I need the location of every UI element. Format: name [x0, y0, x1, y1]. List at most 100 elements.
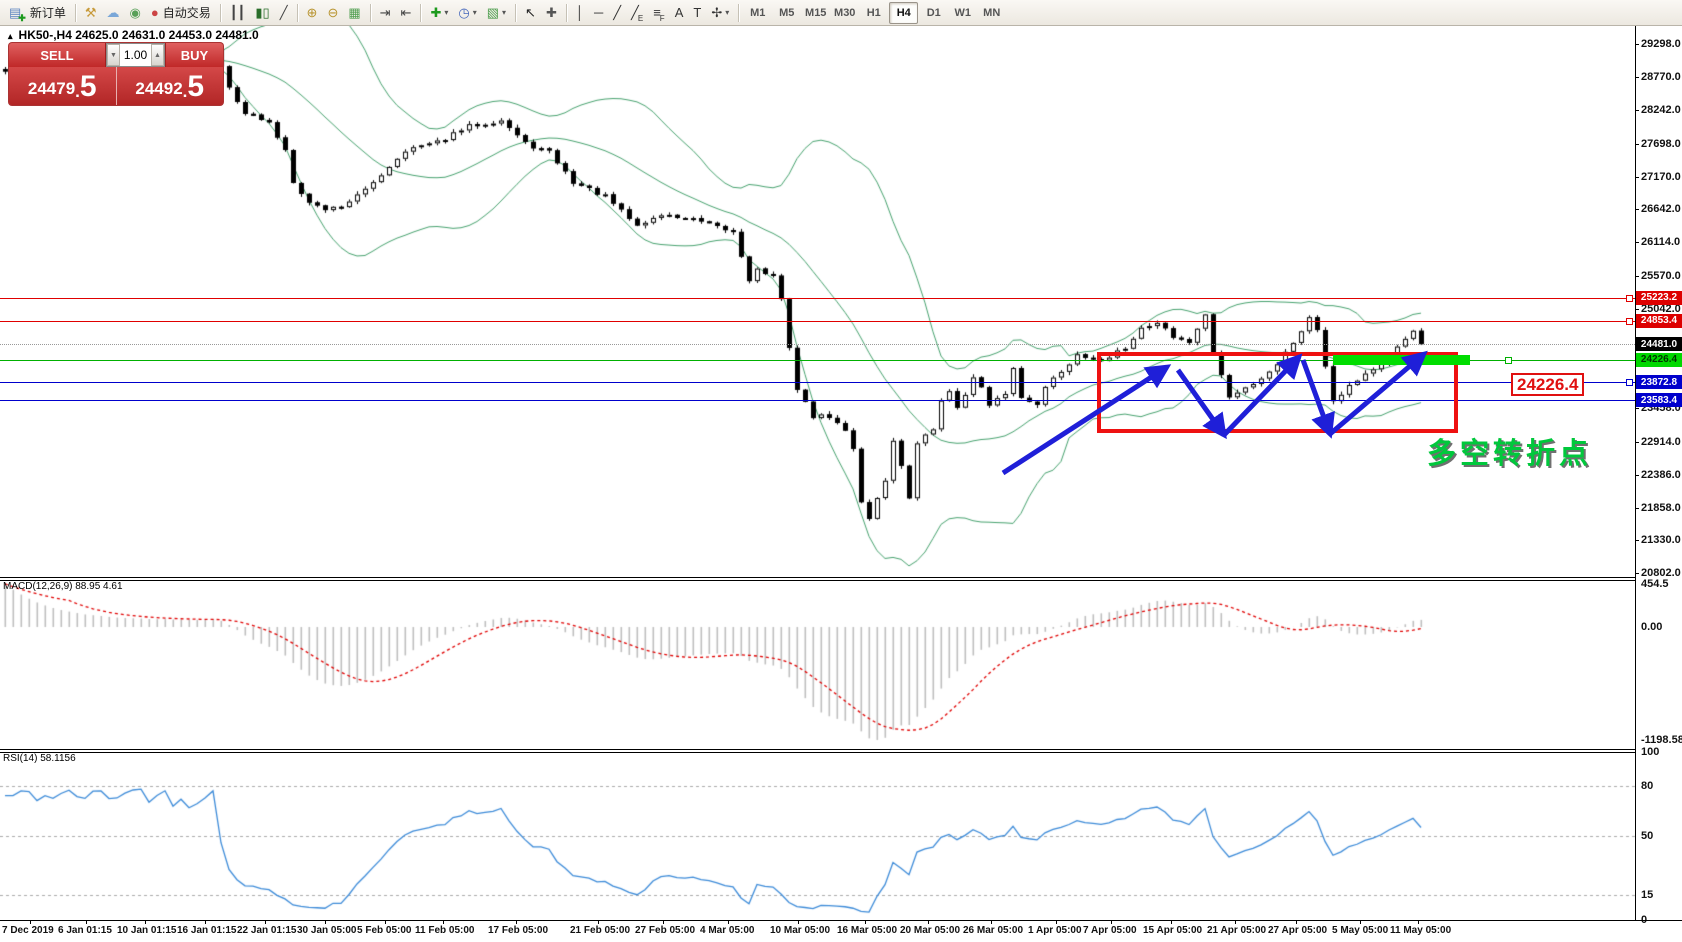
trend-arrow[interactable] [1003, 367, 1167, 473]
toolbar-separator [75, 4, 76, 22]
vline-icon: │ [576, 2, 584, 24]
cursor-button[interactable]: ↖ [521, 2, 540, 24]
autotrade-button[interactable]: ●自动交易 [147, 2, 215, 24]
volume-stepper: ▼ 1.00 ▲ [106, 43, 165, 67]
periods-button[interactable]: ◷▾ [454, 2, 480, 24]
cursor-icon: ↖ [525, 2, 536, 24]
chevron-down-icon: ▾ [444, 8, 448, 17]
trend-arrow[interactable] [1224, 357, 1299, 435]
trendline-button[interactable]: ╱ [609, 2, 625, 24]
templates-icon: ▧ [487, 2, 499, 24]
shapes-button[interactable]: ✢▾ [707, 2, 733, 24]
toolbar-separator [297, 4, 298, 22]
chart-line-icon: ╱ [280, 2, 288, 24]
annotation-text[interactable]: 多空转折点 [1427, 430, 1592, 472]
cloud-sync-button[interactable]: ☁ [103, 2, 124, 24]
signals-button[interactable]: ◉ [126, 2, 145, 24]
plus-accent-icon: ✚ [18, 12, 26, 24]
tile-windows-button[interactable]: ▦ [344, 2, 364, 24]
timeframe-w1[interactable]: W1 [949, 3, 976, 23]
toolbar: ▤✚新订单⚒☁◉●自动交易┃┃▮▯╱⊕⊖▦⇥⇤✚▾◷▾▧▾↖✚│─╱╱E≡FAT… [0, 0, 1682, 26]
toolbar-separator [420, 4, 421, 22]
timeframe-h4[interactable]: H4 [889, 2, 918, 24]
templates-button[interactable]: ▧▾ [483, 2, 510, 24]
hammer-icon-button[interactable]: ⚒ [81, 2, 101, 24]
hline-icon: ─ [594, 2, 603, 24]
indicators-icon: ✚ [430, 2, 441, 24]
sell-price-display[interactable]: 24479.5 [9, 67, 117, 105]
shapes-icon: ✢ [711, 2, 722, 24]
timeframe-m15[interactable]: M15 [802, 3, 829, 23]
hline-button[interactable]: ─ [590, 2, 607, 24]
indicators-button[interactable]: ✚▾ [426, 2, 452, 24]
trend-arrow[interactable] [1303, 360, 1330, 434]
timeframe-m30[interactable]: M30 [831, 3, 858, 23]
macd-indicator-label: MACD(12,26,9) 88.95 4.61 [3, 581, 123, 592]
resistance-line-25223-badge: 25223.2 [1636, 291, 1682, 305]
toolbar-separator [220, 4, 221, 22]
crosshair-icon: ✚ [546, 2, 557, 24]
ohlc-title-text: HK50-,H4 24625.0 24631.0 24453.0 24481.0 [19, 28, 259, 42]
vline-button[interactable]: │ [572, 2, 588, 24]
pivot-price-label[interactable]: 24226.4 [1511, 373, 1584, 396]
pivot-line-24226-badge: 24226.4 [1636, 353, 1682, 367]
chart-line-button[interactable]: ╱ [276, 2, 292, 24]
sell-button[interactable]: SELL [9, 43, 106, 67]
tile-windows-icon: ▦ [348, 2, 360, 24]
volume-input[interactable]: 1.00 [120, 44, 151, 66]
trend-arrows[interactable] [0, 26, 1682, 942]
timeframe-d1[interactable]: D1 [920, 3, 947, 23]
new-order-button[interactable]: ▤✚新订单 [5, 2, 70, 24]
label-button[interactable]: T [689, 2, 705, 24]
zoom-in-button[interactable]: ⊕ [303, 2, 322, 24]
text-button[interactable]: A [671, 2, 688, 24]
sell-price-frac: 5 [80, 72, 97, 102]
timeframe-m5[interactable]: M5 [773, 3, 800, 23]
trend-arrow[interactable] [1330, 354, 1424, 434]
volume-decrease-button[interactable]: ▼ [107, 44, 120, 66]
buy-price-main: 24492 [135, 76, 182, 102]
icon-sub-letter: F [660, 14, 665, 24]
fibonacci-button[interactable]: ≡F [649, 2, 668, 24]
chart-window: ▴ HK50-,H4 24625.0 24631.0 24453.0 24481.… [0, 26, 1682, 942]
icon-sub-letter: E [638, 14, 643, 24]
current-price-line-badge: 24481.0 [1636, 337, 1682, 351]
chart-shift-icon: ⇤ [401, 2, 412, 24]
one-click-trading-panel: SELL ▼ 1.00 ▲ BUY 24479.5 24492.5 [9, 43, 223, 105]
label-icon: T [693, 2, 701, 24]
chart-bars-button[interactable]: ┃┃ [226, 2, 250, 24]
timeframe-mn[interactable]: MN [978, 3, 1005, 23]
buy-price-display[interactable]: 24492.5 [117, 67, 224, 105]
zoom-out-icon: ⊖ [327, 2, 338, 24]
trend-arrow[interactable] [1178, 370, 1224, 435]
collapse-trade-panel-icon[interactable]: ▴ [8, 31, 13, 41]
chevron-down-icon: ▾ [725, 8, 729, 17]
support-line-23583-badge: 23583.4 [1636, 393, 1682, 407]
zoom-out-button[interactable]: ⊖ [323, 2, 342, 24]
chart-bars-icon: ┃┃ [230, 2, 246, 24]
periods-icon: ◷ [458, 2, 469, 24]
chart-candles-button[interactable]: ▮▯ [251, 2, 273, 24]
timeframe-m1[interactable]: M1 [744, 3, 771, 23]
signals-icon: ◉ [130, 2, 141, 24]
chevron-down-icon: ▾ [502, 8, 506, 17]
text-icon: A [675, 2, 684, 24]
buy-button[interactable]: BUY [165, 43, 223, 67]
support-line-23872-badge: 23872.8 [1636, 375, 1682, 389]
autoscroll-icon: ⇥ [380, 2, 391, 24]
new-order-button-label: 新订单 [30, 4, 66, 21]
timeframe-h1[interactable]: H1 [860, 3, 887, 23]
volume-increase-button[interactable]: ▲ [151, 44, 164, 66]
channel-button[interactable]: ╱E [627, 2, 647, 24]
toolbar-separator [738, 4, 739, 22]
sell-price-main: 24479 [28, 76, 75, 102]
chart-shift-button[interactable]: ⇤ [397, 2, 416, 24]
toolbar-separator [566, 4, 567, 22]
toolbar-separator [515, 4, 516, 22]
autoscroll-button[interactable]: ⇥ [376, 2, 395, 24]
mt4-terminal: ▤✚新订单⚒☁◉●自动交易┃┃▮▯╱⊕⊖▦⇥⇤✚▾◷▾▧▾↖✚│─╱╱E≡FAT… [0, 0, 1682, 942]
rsi-indicator-label: RSI(14) 58.1156 [3, 753, 76, 764]
resistance-line-24853-badge: 24853.4 [1636, 314, 1682, 328]
toolbar-separator [370, 4, 371, 22]
crosshair-button[interactable]: ✚ [542, 2, 561, 24]
